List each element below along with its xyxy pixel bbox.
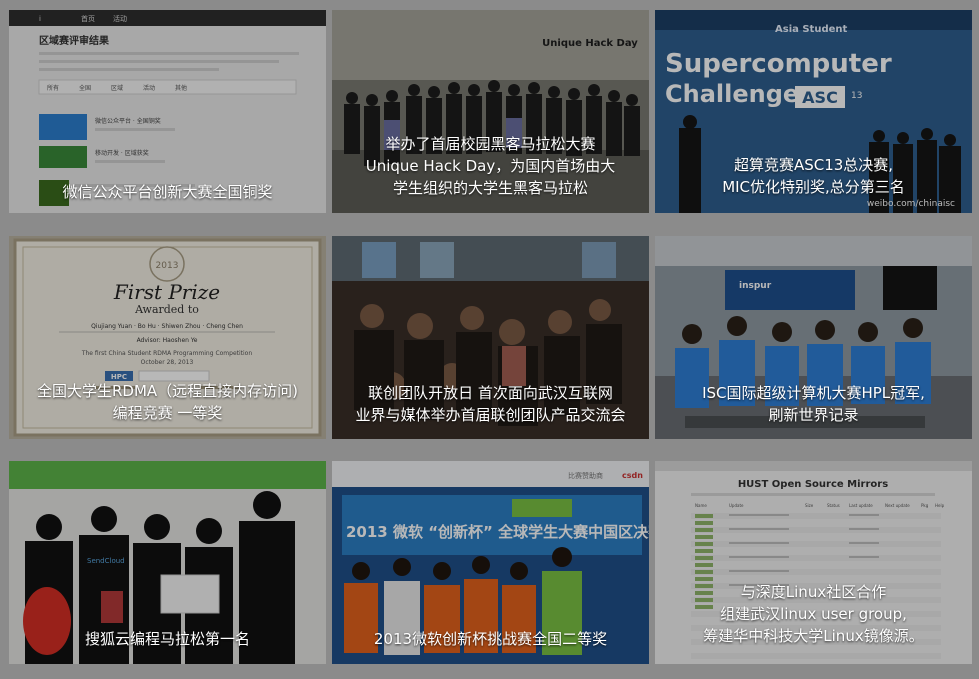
caption-line: 超算竞赛ASC13总决赛, <box>733 156 894 174</box>
caption-line: 与深度Linux社区合作 <box>740 583 887 601</box>
tile-wechat[interactable]: i 首页 活动 区域赛评审结果 所有 全国 区域 活动 其他 微信公众平台 · … <box>9 10 326 213</box>
tile-sohu-cloud[interactable]: SendCloud 搜狐云编程马拉松第一名 <box>9 461 326 664</box>
caption-line: 筹建华中科技大学Linux镜像源。 <box>703 627 924 645</box>
caption-line: 举办了首届校园黑客马拉松大赛 <box>385 135 596 153</box>
tile-asc13[interactable]: Asia Student Supercomputer Challenge ASC… <box>655 10 972 213</box>
caption-line: 全国大学生RDMA（远程直接内存访问) <box>36 382 299 400</box>
tile-rdma[interactable]: 2013 First Prize Awarded to Qiujiang Yua… <box>9 236 326 439</box>
tile-caption: 搜狐云编程马拉松第一名 <box>15 628 320 650</box>
tile-microsoft-cup[interactable]: 比赛赞助商 csdn 2013 微软 “创新杯” 全球学生大赛中国区决赛 201… <box>332 461 649 664</box>
tile-isc-hpl[interactable]: inspur ISC国际超级计算机大赛HPL冠军, 刷新世界记录 <box>655 236 972 439</box>
tile-caption: 微信公众平台创新大赛全国铜奖 <box>15 181 320 203</box>
caption-line: 刷新世界记录 <box>768 406 859 424</box>
caption-line: 联创团队开放日 首次面向武汉互联网 <box>368 384 613 402</box>
caption-line: 微信公众平台创新大赛全国铜奖 <box>62 183 273 201</box>
caption-line: 2013微软创新杯挑战赛全国二等奖 <box>373 630 608 648</box>
caption-line: ISC国际超级计算机大赛HPL冠军, <box>702 384 925 402</box>
tile-caption: 与深度Linux社区合作 组建武汉linux user group, 筹建华中科… <box>661 581 966 647</box>
tile-caption: ISC国际超级计算机大赛HPL冠军, 刷新世界记录 <box>661 382 966 426</box>
achievement-grid: i 首页 活动 区域赛评审结果 所有 全国 区域 活动 其他 微信公众平台 · … <box>0 0 979 679</box>
caption-line: MIC优化特别奖,总分第三名 <box>722 178 905 196</box>
tile-caption: 举办了首届校园黑客马拉松大赛 Unique Hack Day，为国内首场由大 学… <box>338 133 643 199</box>
tile-linux-mirror[interactable]: HUST Open Source Mirrors Name Update Siz… <box>655 461 972 664</box>
tile-unique-hack-day[interactable]: Unique Hack Day 举办了首届校园黑客马拉松大赛 Unique Ha… <box>332 10 649 213</box>
caption-line: 学生组织的大学生黑客马拉松 <box>392 179 588 197</box>
caption-line: 组建武汉linux user group, <box>720 605 907 623</box>
tile-caption: 超算竞赛ASC13总决赛, MIC优化特别奖,总分第三名 <box>661 154 966 198</box>
tile-caption: 联创团队开放日 首次面向武汉互联网 业界与媒体举办首届联创团队产品交流会 <box>338 382 643 426</box>
caption-line: Unique Hack Day，为国内首场由大 <box>365 157 616 175</box>
caption-line: 编程竞赛 一等奖 <box>112 404 223 422</box>
tile-open-day[interactable]: 联创团队开放日 首次面向武汉互联网 业界与媒体举办首届联创团队产品交流会 <box>332 236 649 439</box>
caption-line: 搜狐云编程马拉松第一名 <box>84 630 250 648</box>
tile-caption: 2013微软创新杯挑战赛全国二等奖 <box>338 628 643 650</box>
caption-line: 业界与媒体举办首届联创团队产品交流会 <box>355 406 626 424</box>
tile-caption: 全国大学生RDMA（远程直接内存访问) 编程竞赛 一等奖 <box>15 380 320 424</box>
